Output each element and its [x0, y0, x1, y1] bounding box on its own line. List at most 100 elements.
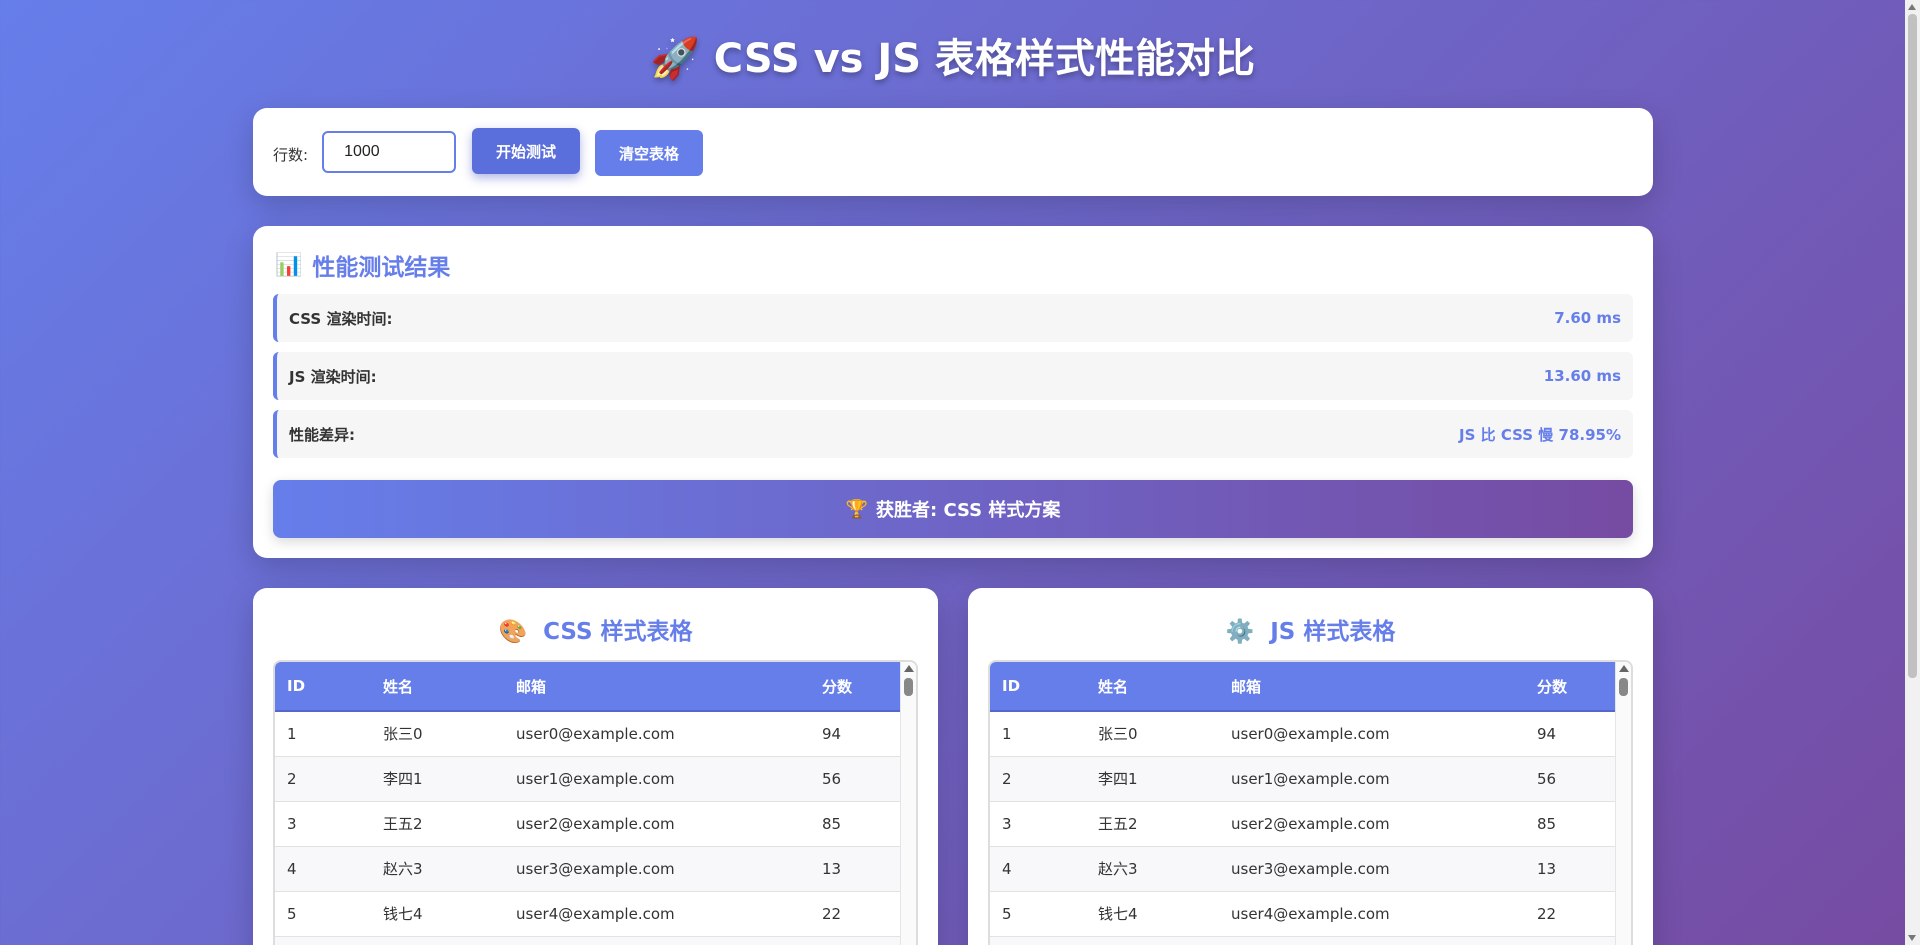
page-title-text: CSS vs JS 表格样式性能对比 — [713, 36, 1256, 82]
rows-input[interactable] — [322, 131, 457, 173]
cell: user3@example.com — [504, 846, 810, 892]
column-header-name: 姓名 — [383, 677, 414, 696]
cell: 94 — [810, 711, 902, 757]
css-table-scrollbar[interactable] — [900, 662, 916, 945]
results-title-text: 性能测试结果 — [312, 255, 451, 281]
cell: 22 — [810, 891, 902, 937]
cell: user2@example.com — [504, 801, 810, 847]
cell: user0@example.com — [504, 711, 810, 757]
js-table-container[interactable]: ID 姓名 邮箱 分数 1 张三0 user0@example.com 94 2 李四1… — [988, 660, 1633, 945]
table-row: 1 张三0 user0@example.com 94 — [990, 711, 1617, 757]
table-header-row: ID 姓名 邮箱 分数 — [275, 662, 902, 711]
table-row: 5 钱七4 user4@example.com 22 — [990, 891, 1617, 937]
cell: user2@example.com — [1219, 801, 1525, 847]
scrollbar-thumb[interactable] — [1619, 678, 1628, 696]
table-row: 2 李四1 user1@example.com 56 — [990, 756, 1617, 802]
cell: 王五2 — [1086, 801, 1219, 847]
cell: user1@example.com — [504, 756, 810, 802]
cell: user4@example.com — [1219, 891, 1525, 937]
cell: user1@example.com — [1219, 756, 1525, 802]
table-row — [275, 936, 902, 945]
cell: 5 — [275, 891, 371, 937]
rocket-icon: 🚀 — [649, 36, 700, 82]
cell: user4@example.com — [504, 891, 810, 937]
column-header-score: 分数 — [822, 677, 853, 696]
cell: 李四1 — [1086, 756, 1219, 802]
cell: 王五2 — [371, 801, 504, 847]
page-scrollbar[interactable] — [1905, 0, 1920, 945]
metric-label: CSS 渲染时间: — [289, 309, 393, 328]
start-test-button[interactable]: 开始测试 — [472, 128, 581, 174]
column-header-score: 分数 — [1537, 677, 1568, 696]
cell: 李四1 — [371, 756, 504, 802]
css-table-container[interactable]: ID 姓名 邮箱 分数 1 张三0 user0@example.com 94 2 李四1… — [273, 660, 918, 945]
rows-label: 行数: — [273, 145, 309, 164]
css-table-title: 🎨 CSS 样式表格 — [253, 612, 938, 646]
js-table-title-text: JS 样式表格 — [1270, 619, 1396, 645]
column-header-email: 邮箱 — [1231, 677, 1262, 696]
scroll-down-arrow-icon[interactable] — [1908, 935, 1916, 941]
page: 🚀 CSS vs JS 表格样式性能对比 行数: 开始测试 清空表格 📊 性能测… — [0, 0, 1905, 945]
cell: 56 — [810, 756, 902, 802]
cell: 赵六3 — [371, 846, 504, 892]
metric-css-time: CSS 渲染时间: 7.60 ms — [273, 294, 1633, 342]
metric-value: 7.60 ms — [1554, 309, 1621, 327]
scroll-up-arrow-icon[interactable] — [904, 665, 914, 672]
js-table-title: ⚙️ JS 样式表格 — [968, 612, 1653, 646]
table-row: 4 赵六3 user3@example.com 13 — [990, 846, 1617, 892]
scroll-up-arrow-icon[interactable] — [1619, 665, 1629, 672]
table-row: 1 张三0 user0@example.com 94 — [275, 711, 902, 757]
cell: 1 — [275, 711, 371, 757]
column-header-email: 邮箱 — [516, 677, 547, 696]
cell: 85 — [1525, 801, 1617, 847]
css-table-title-text: CSS 样式表格 — [543, 619, 693, 645]
cell — [1525, 936, 1617, 945]
cell: 5 — [990, 891, 1086, 937]
bar-chart-icon: 📊 — [275, 252, 303, 278]
cell: 4 — [990, 846, 1086, 892]
cell — [810, 936, 902, 945]
cell — [371, 936, 504, 945]
metric-js-time: JS 渲染时间: 13.60 ms — [273, 352, 1633, 400]
cell: 2 — [990, 756, 1086, 802]
scrollbar-thumb[interactable] — [904, 678, 913, 696]
cell: 2 — [275, 756, 371, 802]
column-header-id: ID — [287, 677, 306, 695]
cell: 张三0 — [1086, 711, 1219, 757]
page-title: 🚀 CSS vs JS 表格样式性能对比 — [0, 26, 1905, 84]
cell: 3 — [990, 801, 1086, 847]
table-row: 4 赵六3 user3@example.com 13 — [275, 846, 902, 892]
table-row: 5 钱七4 user4@example.com 22 — [275, 891, 902, 937]
clear-table-button[interactable]: 清空表格 — [595, 130, 704, 176]
cell: 张三0 — [371, 711, 504, 757]
controls-panel: 行数: 开始测试 清空表格 — [253, 108, 1653, 196]
column-header-id: ID — [1002, 677, 1021, 695]
cell: 4 — [275, 846, 371, 892]
cell: 85 — [810, 801, 902, 847]
js-table-scrollbar[interactable] — [1615, 662, 1631, 945]
css-table-card: 🎨 CSS 样式表格 ID 姓名 邮箱 分数 1 张三0 user0@example… — [253, 588, 938, 945]
metric-label: JS 渲染时间: — [289, 367, 377, 386]
metric-label: 性能差异: — [289, 425, 355, 444]
metric-difference: 性能差异: JS 比 CSS 慢 78.95% — [273, 410, 1633, 458]
cell: user0@example.com — [1219, 711, 1525, 757]
table-row: 3 王五2 user2@example.com 85 — [990, 801, 1617, 847]
results-panel: 📊 性能测试结果 CSS 渲染时间: 7.60 ms JS 渲染时间: 13.6… — [253, 226, 1653, 558]
cell: 13 — [810, 846, 902, 892]
cell — [504, 936, 810, 945]
cell: 钱七4 — [1086, 891, 1219, 937]
cell: 1 — [990, 711, 1086, 757]
cell: user3@example.com — [1219, 846, 1525, 892]
js-table: ID 姓名 邮箱 分数 1 张三0 user0@example.com 94 2 李四1… — [990, 662, 1617, 945]
cell: 22 — [1525, 891, 1617, 937]
trophy-icon: 🏆 — [845, 498, 868, 520]
metric-value: JS 比 CSS 慢 78.95% — [1459, 425, 1621, 444]
results-title: 📊 性能测试结果 — [275, 248, 450, 282]
scroll-up-arrow-icon[interactable] — [1908, 4, 1916, 10]
scrollbar-thumb[interactable] — [1908, 14, 1917, 678]
winner-text: 获胜者: CSS 样式方案 — [876, 500, 1061, 521]
table-row — [990, 936, 1617, 945]
gear-icon: ⚙️ — [1225, 619, 1255, 645]
cell: 钱七4 — [371, 891, 504, 937]
winner-banner: 🏆 获胜者: CSS 样式方案 — [273, 480, 1633, 538]
